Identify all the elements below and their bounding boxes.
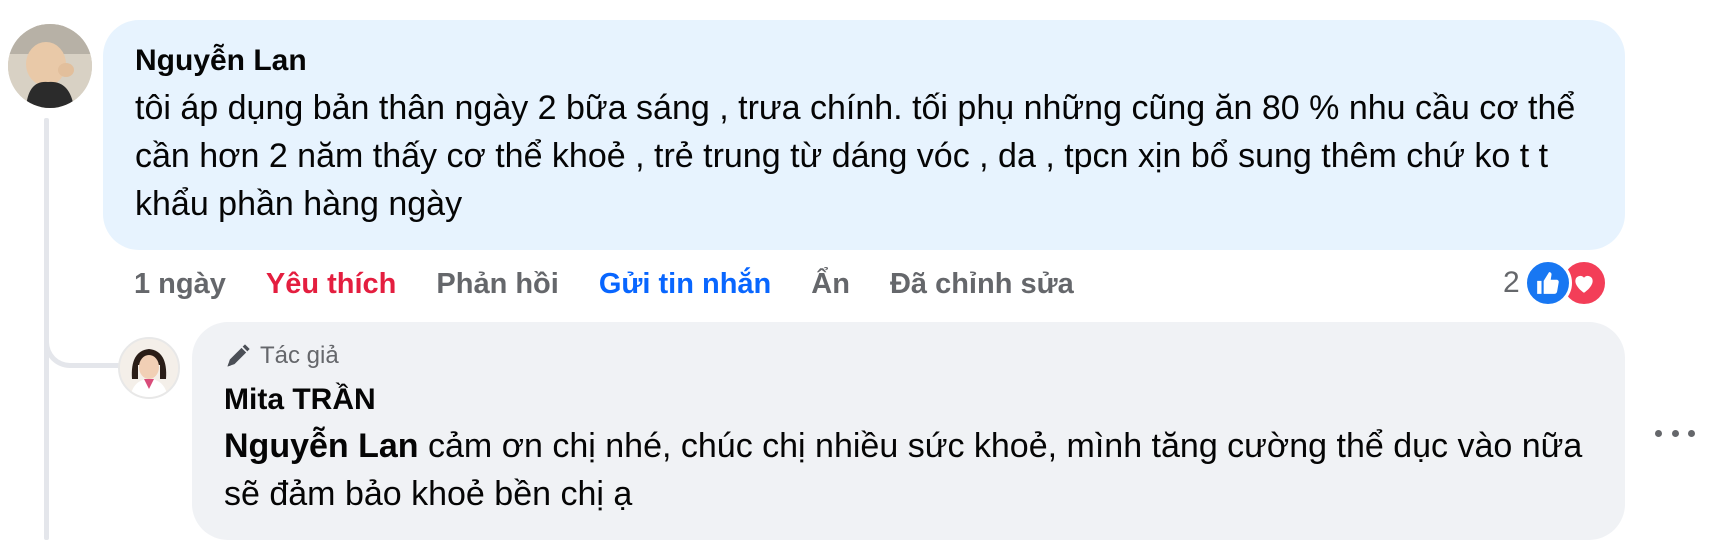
comment-text: tôi áp dụng bản thân ngày 2 bữa sáng , t… <box>135 89 1576 223</box>
comment-bubble: Nguyễn Lan tôi áp dụng bản thân ngày 2 b… <box>103 20 1625 250</box>
reply-button[interactable]: Phản hồi <box>436 268 558 301</box>
thread-connector <box>44 300 124 368</box>
author-badge: Tác giả <box>224 340 1595 372</box>
more-options-button[interactable] <box>1655 420 1695 446</box>
reply-author[interactable]: Mita TRẦN <box>224 380 1595 420</box>
timestamp-link[interactable]: 1 ngày <box>134 268 226 301</box>
reply-avatar[interactable] <box>118 337 180 399</box>
dot <box>1671 429 1679 437</box>
dot <box>1688 429 1695 437</box>
mention-link[interactable]: Nguyễn Lan <box>224 427 419 465</box>
reaction-count: 2 <box>1503 266 1520 299</box>
like-button[interactable]: Yêu thích <box>266 268 397 301</box>
reaction-summary[interactable]: 2 <box>1503 258 1608 308</box>
like-icon <box>1523 259 1572 307</box>
pen-icon <box>227 344 250 367</box>
edited-label[interactable]: Đã chỉnh sửa <box>890 268 1074 301</box>
comment-actions: 1 ngày Yêu thích Phản hồi Gửi tin nhắn Ẩ… <box>134 262 1114 306</box>
reply-bubble: Tác giả Mita TRẦN Nguyễn Lan cảm ơn chị … <box>192 322 1625 540</box>
reply-body: cảm ơn chị nhé, chúc chị nhiều sức khoẻ,… <box>224 427 1583 513</box>
author-badge-label: Tác giả <box>260 342 339 369</box>
dot <box>1655 429 1662 437</box>
avatar[interactable] <box>8 24 92 108</box>
reply-text: Nguyễn Lan cảm ơn chị nhé, chúc chị nhiề… <box>224 422 1595 518</box>
send-message-button[interactable]: Gửi tin nhắn <box>599 268 771 301</box>
hide-button[interactable]: Ẩn <box>811 268 850 301</box>
comment-author[interactable]: Nguyễn Lan <box>135 42 1595 80</box>
